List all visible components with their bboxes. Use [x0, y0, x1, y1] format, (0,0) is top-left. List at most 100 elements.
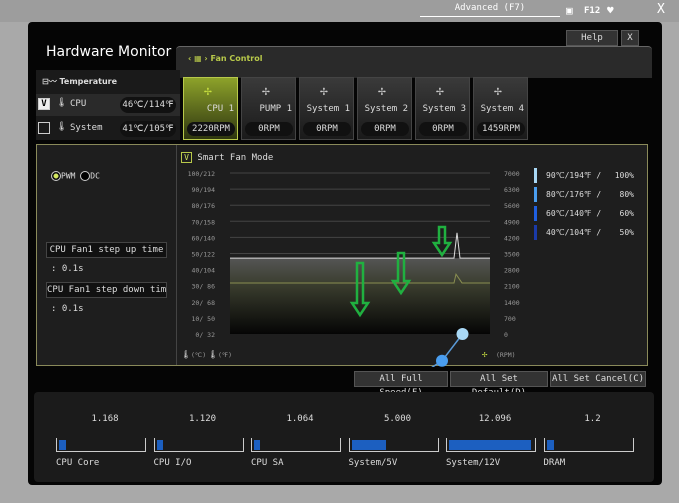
system-checkbox[interactable]: [38, 122, 50, 134]
fan-tab-system3[interactable]: ✢ System 3 0RPM: [415, 77, 470, 140]
temp-row-system[interactable]: 🌡 System 41℃/105℉: [36, 118, 180, 140]
legend-swatch: [534, 206, 537, 221]
voltage-bar-fill: [546, 440, 555, 450]
left-tick-label: 30/ 86: [192, 283, 216, 291]
voltage-value: 1.2: [584, 414, 601, 424]
temp-value: 41℃/105℉: [120, 121, 176, 137]
voltage-bar: [251, 438, 341, 452]
left-tick-label: 90/194: [192, 186, 216, 194]
voltage-bar-fill: [351, 440, 386, 450]
help-button[interactable]: Help: [566, 30, 618, 46]
temp-value: 46℃/114℉: [120, 97, 176, 113]
legend-pct: 100%: [615, 171, 634, 180]
voltage-bar: [56, 438, 146, 452]
down-arrow-icon: [431, 225, 453, 258]
left-tick-label: 10/ 50: [192, 315, 216, 323]
cpu-checkbox[interactable]: V: [38, 98, 50, 110]
f12-label[interactable]: F12: [584, 6, 600, 16]
dc-label: DC: [90, 171, 100, 181]
right-tick-label: 7000: [504, 170, 520, 178]
voltage-bar: [153, 438, 244, 452]
legend-pct: 60%: [620, 209, 635, 218]
temp-label: System: [70, 123, 103, 133]
screenshot-icon[interactable]: ▣: [566, 4, 573, 17]
voltage-value: 1.064: [286, 414, 314, 424]
pwm-label: PWM: [61, 171, 76, 181]
voltage-bar: [543, 438, 634, 452]
voltage-label: DRAM: [543, 458, 566, 468]
right-tick-label: 5600: [504, 202, 520, 210]
fan-icon: ✢: [482, 350, 488, 360]
right-tick-label: 4900: [504, 218, 520, 226]
thermometer-icon: 🌡: [208, 350, 218, 359]
top-bar: Advanced (F7) ▣ F12 ♥ X: [0, 0, 679, 22]
fan-rpm: 0RPM: [303, 122, 351, 136]
fan-control-tab[interactable]: ‹ ▦ › Fan Control: [176, 46, 652, 78]
close-button[interactable]: X: [621, 30, 639, 46]
step-down-time-button[interactable]: CPU Fan1 step down time: [46, 282, 167, 298]
fan-tab-pump1[interactable]: ✢ PUMP 1 0RPM: [241, 77, 296, 140]
voltage-bar-fill: [254, 440, 261, 450]
fan-icon: ✢: [320, 84, 328, 99]
left-tick-label: 0/ 32: [195, 331, 215, 339]
rpm-area: [230, 258, 490, 334]
hardware-monitor-window: Hardware Monitor Help X ‹ ▦ › Fan Contro…: [28, 22, 662, 485]
fan-control-label: Fan Control: [210, 54, 263, 63]
all-set-cancel-button[interactable]: All Set Cancel(C): [550, 371, 646, 387]
fan-tab-system4[interactable]: ✢ System 4 1459RPM: [473, 77, 528, 140]
right-tick-label: 2800: [504, 267, 520, 275]
fan-icon: ✢: [204, 84, 212, 99]
all-full-speed-button[interactable]: All Full Speed(F): [354, 371, 448, 398]
legend-swatch: [534, 187, 537, 202]
advanced-mode-button[interactable]: Advanced (F7): [420, 3, 560, 17]
temp-label: CPU: [70, 99, 87, 109]
right-tick-label: 0: [504, 331, 508, 339]
voltage-label: CPU Core: [56, 458, 100, 468]
voltage-value: 1.168: [91, 414, 119, 424]
step-up-time-button[interactable]: CPU Fan1 step up time: [46, 242, 167, 258]
voltage-label: System/5V: [348, 458, 398, 468]
temperature-panel: ⊟〰 Temperature V 🌡 CPU 46℃/114℉ 🌡 System…: [36, 70, 180, 140]
voltage-value: 5.000: [383, 414, 412, 424]
fan-chart-icon: ‹ ▦ ›: [188, 54, 211, 63]
left-tick-label: 100/212: [188, 170, 215, 178]
all-set-default-button[interactable]: All Set Default(D): [450, 371, 548, 398]
right-tick-label: 1400: [504, 299, 520, 307]
thermometer-icon: 🌡: [56, 98, 68, 108]
curve-point-3[interactable]: [456, 328, 469, 340]
legend-temp: 80℃/176℉ /: [546, 190, 601, 199]
fan-tab-system2[interactable]: ✢ System 2 0RPM: [357, 77, 412, 140]
fan-name: System 3: [422, 104, 466, 114]
right-tick-label: 6300: [504, 186, 520, 194]
left-tick-label: 40/104: [192, 267, 216, 275]
favorites-icon[interactable]: ♥: [607, 4, 614, 17]
fan-tab-system1[interactable]: ✢ System 1 0RPM: [299, 77, 354, 140]
left-tick-label: 20/ 68: [192, 299, 216, 307]
fan-icon: ✢: [494, 84, 502, 99]
voltage-label: CPU SA: [251, 458, 284, 468]
fan-rpm: 1459RPM: [477, 122, 525, 136]
celsius-unit: (℃): [191, 351, 206, 359]
voltage-bar-fill: [449, 440, 531, 450]
right-tick-label: 2100: [504, 283, 520, 291]
fan-name: System 4: [480, 104, 524, 114]
fan-curve-chart[interactable]: 100/212 700090/194 630080/176 560070/158 490…: [178, 145, 648, 367]
dc-radio[interactable]: [80, 171, 91, 181]
legend-temp: 40℃/104℉ /: [546, 228, 601, 237]
temp-row-cpu[interactable]: V 🌡 CPU 46℃/114℉: [36, 94, 180, 116]
left-tick-label: 80/176: [192, 202, 216, 210]
step-down-time-value: : 0.1s: [51, 304, 84, 314]
fan-icon: ✢: [262, 84, 270, 99]
voltage-label: System/12V: [446, 458, 501, 468]
legend-swatch: [534, 225, 537, 240]
fan-rpm: 2220RPM: [187, 122, 235, 136]
right-tick-label: 700: [504, 315, 516, 323]
left-tick-label: 70/158: [192, 218, 216, 226]
pwm-radio[interactable]: [51, 171, 61, 181]
thermometer-icon: 🌡: [56, 122, 68, 132]
exit-button[interactable]: X: [657, 2, 665, 17]
fan-icon: ✢: [378, 84, 386, 99]
fan-tab-cpu1[interactable]: ✢ CPU 1 2220RPM: [183, 77, 238, 140]
curve-point-2[interactable]: [436, 354, 448, 367]
temperature-chart-icon: ⊟〰: [42, 77, 60, 86]
